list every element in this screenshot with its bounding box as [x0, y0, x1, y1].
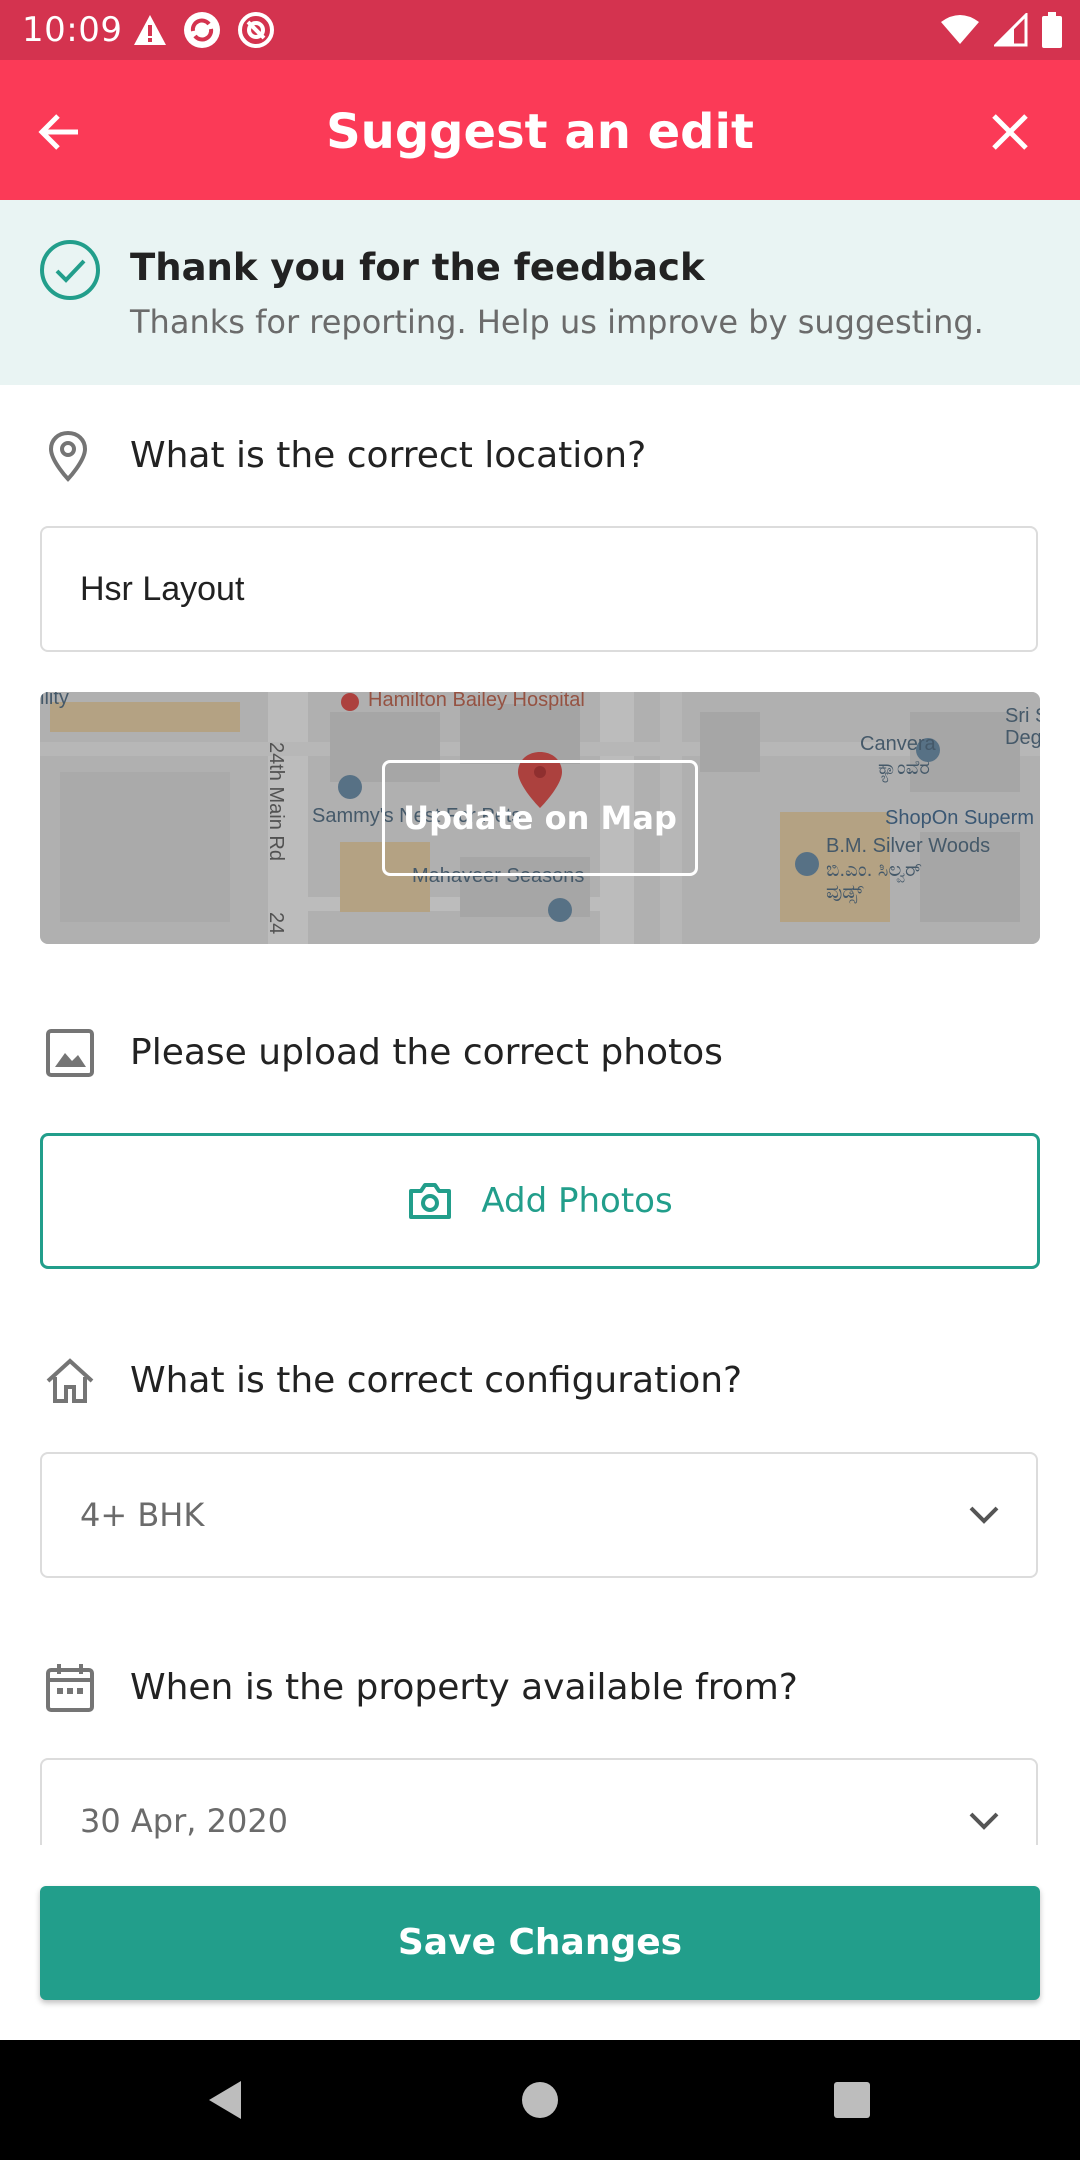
feedback-subtitle: Thanks for reporting. Help us improve by… — [130, 303, 984, 341]
add-photos-label: Add Photos — [481, 1181, 673, 1221]
close-icon — [992, 114, 1028, 150]
do-not-disturb-icon — [238, 12, 274, 48]
chevron-down-icon — [969, 1506, 999, 1524]
page-title: Suggest an edit — [326, 104, 754, 160]
status-time: 10:09 — [22, 10, 123, 50]
home-icon — [46, 1358, 94, 1403]
location-input[interactable] — [40, 526, 1038, 652]
nav-home-icon — [522, 2082, 558, 2118]
navigation-bar — [0, 2040, 1080, 2160]
configuration-question: What is the correct configuration? — [130, 1360, 743, 1401]
configuration-value: 4+ BHK — [80, 1496, 205, 1534]
photos-question: Please upload the correct photos — [130, 1032, 723, 1073]
status-icons-left — [132, 10, 276, 50]
image-icon — [46, 1029, 94, 1077]
nav-back-button[interactable] — [186, 2060, 266, 2140]
nav-back-icon — [209, 2081, 241, 2119]
update-on-map-button[interactable]: Update on Map — [382, 760, 698, 876]
signal-icon — [994, 13, 1028, 47]
back-button[interactable] — [28, 100, 92, 164]
wifi-icon — [941, 15, 979, 44]
camera-icon — [409, 1183, 452, 1219]
nav-recents-icon — [834, 2082, 870, 2118]
availability-question: When is the property available from? — [130, 1667, 798, 1708]
location-pin-icon — [48, 430, 88, 482]
feedback-title: Thank you for the feedback — [130, 246, 705, 289]
chevron-down-icon — [969, 1812, 999, 1830]
close-button[interactable] — [978, 100, 1042, 164]
add-photos-button[interactable]: Add Photos — [40, 1133, 1040, 1269]
location-question: What is the correct location? — [130, 435, 647, 476]
scroll-clip — [0, 1845, 1080, 1885]
check-circle-icon — [40, 240, 100, 300]
nav-recents-button[interactable] — [812, 2060, 892, 2140]
warning-icon — [134, 15, 166, 45]
save-changes-button[interactable]: Save Changes — [40, 1886, 1040, 2000]
calendar-icon — [46, 1664, 94, 1712]
status-icons-right — [940, 10, 1062, 50]
battery-icon — [1042, 12, 1062, 48]
nav-home-button[interactable] — [500, 2060, 580, 2140]
sync-icon — [184, 12, 220, 48]
configuration-select[interactable]: 4+ BHK — [40, 1452, 1038, 1578]
arrow-back-icon — [38, 114, 78, 150]
